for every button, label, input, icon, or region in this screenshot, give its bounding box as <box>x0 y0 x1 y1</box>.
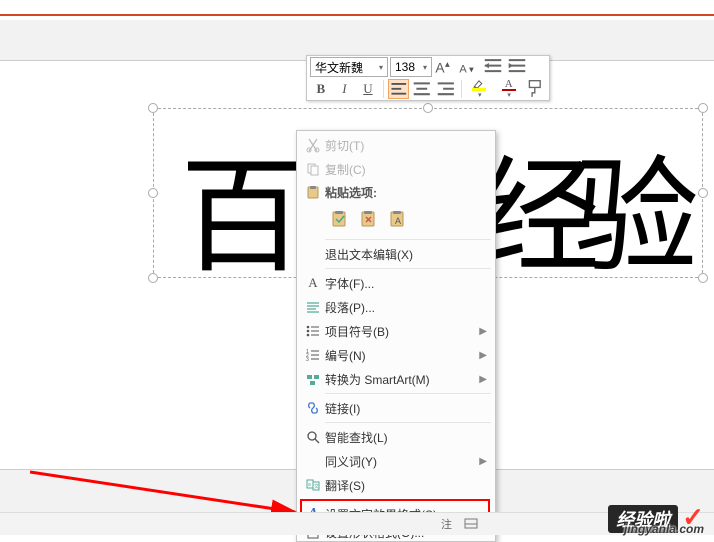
separator <box>325 268 491 269</box>
menu-label: 项目符号(B) <box>325 323 473 340</box>
menu-exit-text-edit[interactable]: 退出文本编辑(X) <box>297 242 495 266</box>
align-left-button[interactable] <box>388 79 410 99</box>
decrease-indent-button[interactable] <box>482 57 504 77</box>
font-size-combo[interactable]: 138 ▾ <box>390 57 432 77</box>
status-bar: 注 <box>0 512 714 535</box>
paste-icon <box>301 181 325 203</box>
view-normal-button[interactable] <box>458 514 484 534</box>
increase-indent-button[interactable] <box>506 57 528 77</box>
link-icon <box>301 397 325 419</box>
dropdown-arrow-icon: ▾ <box>423 63 427 72</box>
translate-icon: a文 <box>301 474 325 496</box>
dropdown-arrow-icon[interactable]: ▾ <box>478 91 482 99</box>
resize-handle[interactable] <box>698 273 708 283</box>
search-icon <box>301 426 325 448</box>
svg-text:a: a <box>308 482 311 488</box>
font-name-combo[interactable]: 华文新魏 ▾ <box>310 57 388 77</box>
menu-label: 剪切(T) <box>325 137 487 154</box>
separator <box>461 80 462 98</box>
menu-translate[interactable]: a文 翻译(S) <box>297 473 495 497</box>
menu-label: 退出文本编辑(X) <box>325 246 487 263</box>
resize-handle[interactable] <box>148 273 158 283</box>
numbering-icon: 123 <box>301 344 325 366</box>
bullets-icon <box>301 320 325 342</box>
menu-label: 段落(P)... <box>325 299 487 316</box>
menu-cut[interactable]: 剪切(T) <box>297 133 495 157</box>
menu-paragraph[interactable]: 段落(P)... <box>297 295 495 319</box>
paste-merge-button[interactable] <box>356 206 382 232</box>
dropdown-arrow-icon[interactable]: ▾ <box>507 91 511 99</box>
format-painter-button[interactable] <box>524 79 546 99</box>
cut-icon <box>301 134 325 156</box>
separator <box>325 393 491 394</box>
svg-text:A: A <box>459 64 467 76</box>
italic-button[interactable]: I <box>334 79 356 99</box>
resize-handle[interactable] <box>148 188 158 198</box>
svg-text:▾: ▾ <box>469 65 474 76</box>
menu-label: 同义词(Y) <box>325 453 473 470</box>
menu-label: 复制(C) <box>325 161 487 178</box>
submenu-arrow-icon: ▶ <box>479 350 487 361</box>
separator <box>325 422 491 423</box>
dropdown-arrow-icon: ▾ <box>379 63 383 72</box>
font-name-value: 华文新魏 <box>315 59 363 76</box>
exit-text-icon <box>301 243 325 265</box>
resize-handle[interactable] <box>423 103 433 113</box>
svg-text:A: A <box>395 216 401 226</box>
synonyms-icon <box>301 450 325 472</box>
underline-button[interactable]: U <box>357 79 379 99</box>
mini-toolbar: 华文新魏 ▾ 138 ▾ A▴ A▾ B I U <box>306 55 550 101</box>
paragraph-icon <box>301 296 325 318</box>
menu-convert-smartart[interactable]: 转换为 SmartArt(M) ▶ <box>297 367 495 391</box>
resize-handle[interactable] <box>148 103 158 113</box>
menu-label: 链接(I) <box>325 400 487 417</box>
menu-label: 字体(F)... <box>325 275 487 292</box>
menu-numbering[interactable]: 123 编号(N) ▶ <box>297 343 495 367</box>
resize-handle[interactable] <box>698 188 708 198</box>
shrink-font-button[interactable]: A▾ <box>458 57 480 77</box>
resize-handle[interactable] <box>698 103 708 113</box>
copy-icon <box>301 158 325 180</box>
paste-keep-source-button[interactable] <box>327 206 353 232</box>
menu-label: 编号(N) <box>325 347 473 364</box>
menu-copy[interactable]: 复制(C) <box>297 157 495 181</box>
menu-smart-lookup[interactable]: 智能查找(L) <box>297 425 495 449</box>
svg-text:文: 文 <box>314 483 319 490</box>
separator <box>383 80 384 98</box>
highlight-color-button[interactable]: ▾ <box>465 79 492 99</box>
align-center-button[interactable] <box>411 79 433 99</box>
watermark-url: jingyanla.com <box>624 522 704 536</box>
svg-text:3: 3 <box>306 357 309 363</box>
menu-hyperlink[interactable]: 链接(I) <box>297 396 495 420</box>
menu-label: 翻译(S) <box>325 477 487 494</box>
svg-text:▴: ▴ <box>445 59 450 70</box>
bold-button[interactable]: B <box>310 79 332 99</box>
grow-font-button[interactable]: A▴ <box>434 57 456 77</box>
submenu-arrow-icon: ▶ <box>479 374 487 385</box>
font-icon: A <box>301 272 325 294</box>
svg-text:A: A <box>435 61 445 76</box>
align-right-button[interactable] <box>435 79 457 99</box>
menu-synonyms[interactable]: 同义词(Y) ▶ <box>297 449 495 473</box>
menu-label: 粘贴选项: <box>325 184 487 201</box>
smartart-icon <box>301 368 325 390</box>
context-menu: 剪切(T) 复制(C) 粘贴选项: A <box>296 130 496 542</box>
menu-paste-header: 粘贴选项: <box>297 181 495 203</box>
paste-options-row: A <box>297 203 495 237</box>
separator <box>325 239 491 240</box>
menu-font[interactable]: A 字体(F)... <box>297 271 495 295</box>
submenu-arrow-icon: ▶ <box>479 456 487 467</box>
submenu-arrow-icon: ▶ <box>479 326 487 337</box>
menu-label: 智能查找(L) <box>325 429 487 446</box>
menu-bullets[interactable]: 项目符号(B) ▶ <box>297 319 495 343</box>
menu-label: 转换为 SmartArt(M) <box>325 371 473 388</box>
font-size-value: 138 <box>395 60 415 74</box>
separator <box>325 499 491 500</box>
paste-text-only-button[interactable]: A <box>385 206 411 232</box>
notes-label: 注 <box>441 516 452 532</box>
font-color-button[interactable]: A ▾ <box>495 79 522 99</box>
